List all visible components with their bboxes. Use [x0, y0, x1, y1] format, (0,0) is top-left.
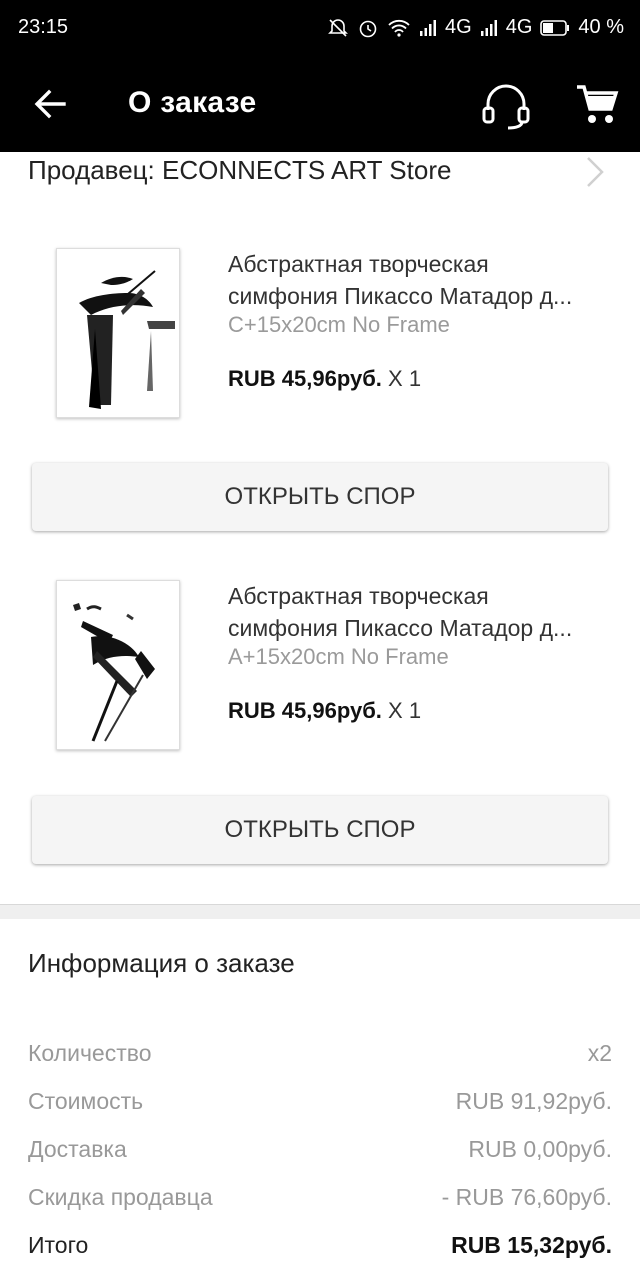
item-title-line2: симфония Пикассо Матадор д...: [228, 283, 573, 309]
cart-icon[interactable]: [574, 82, 620, 128]
wifi-icon: [388, 19, 410, 37]
seller-name: Продавец: ECONNECTS ART Store: [28, 155, 452, 185]
section-divider: [0, 904, 640, 919]
open-dispute-button[interactable]: ОТКРЫТЬ СПОР: [32, 463, 608, 531]
order-item: Абстрактная творческая симфония Пикассо …: [0, 580, 640, 750]
signal-icon: [480, 19, 497, 36]
item-title[interactable]: Абстрактная творческая симфония Пикассо …: [228, 580, 608, 644]
item-variant: A+15x20cm No Frame: [228, 644, 449, 669]
status-icons: 4G 4G 40 %: [327, 16, 624, 39]
do-not-disturb-icon: [328, 18, 348, 37]
item-price: RUB 45,96руб.: [228, 698, 382, 723]
seller-discount-row: Скидка продавца - RUB 76,60руб.: [28, 1184, 612, 1216]
signal-icon: [420, 19, 437, 36]
total-row: Итого RUB 15,32руб.: [28, 1232, 612, 1264]
quantity-label: Количество: [28, 1040, 152, 1066]
order-info-title: Информация о заказе: [28, 948, 295, 978]
network-type-2: 4G: [505, 16, 533, 38]
cost-row: Стоимость RUB 91,92руб.: [28, 1088, 612, 1120]
app-bar: О заказе: [0, 56, 640, 152]
total-label: Итого: [28, 1232, 89, 1258]
cost-label: Стоимость: [28, 1088, 144, 1114]
order-item: Абстрактная творческая симфония Пикассо …: [0, 248, 640, 418]
item-title-line2: симфония Пикассо Матадор д...: [228, 615, 573, 641]
page-title: О заказе: [128, 86, 257, 119]
seller-discount-label: Скидка продавца: [28, 1184, 213, 1210]
quantity-value: x2: [587, 1040, 612, 1066]
shipping-value: RUB 0,00руб.: [468, 1136, 612, 1162]
alarm-icon: [359, 20, 377, 37]
battery-icon: [540, 19, 570, 36]
artwork-image: [73, 603, 155, 742]
arrow-back-icon[interactable]: [32, 86, 68, 122]
status-time: 23:15: [18, 16, 69, 38]
network-type-1: 4G: [445, 16, 472, 38]
item-title-line1: Абстрактная творческая: [228, 251, 489, 277]
shipping-label: Доставка: [28, 1136, 127, 1162]
item-title[interactable]: Абстрактная творческая симфония Пикассо …: [228, 248, 608, 312]
total-value: RUB 15,32руб.: [451, 1232, 612, 1258]
product-thumbnail[interactable]: [56, 580, 180, 750]
item-quantity: X 1: [388, 698, 422, 723]
chevron-right-icon: [587, 157, 604, 187]
item-quantity: X 1: [388, 366, 422, 391]
item-price-row: RUB 45,96руб. X 1: [228, 698, 421, 724]
open-dispute-button[interactable]: ОТКРЫТЬ СПОР: [32, 796, 608, 864]
item-price-row: RUB 45,96руб. X 1: [228, 366, 421, 392]
item-variant: C+15x20cm No Frame: [228, 312, 450, 337]
artwork-image: [79, 270, 175, 409]
item-title-line1: Абстрактная творческая: [228, 583, 489, 609]
battery-percent: 40 %: [578, 16, 624, 38]
cost-value: RUB 91,92руб.: [455, 1088, 612, 1114]
shipping-row: Доставка RUB 0,00руб.: [28, 1136, 612, 1168]
headset-icon[interactable]: [480, 80, 532, 132]
product-thumbnail[interactable]: [56, 248, 180, 418]
status-bar: 23:15 4G 4G 40 %: [0, 0, 640, 56]
item-price: RUB 45,96руб.: [228, 366, 382, 391]
quantity-row: Количество x2: [28, 1040, 612, 1072]
seller-discount-value: - RUB 76,60руб.: [441, 1184, 612, 1210]
